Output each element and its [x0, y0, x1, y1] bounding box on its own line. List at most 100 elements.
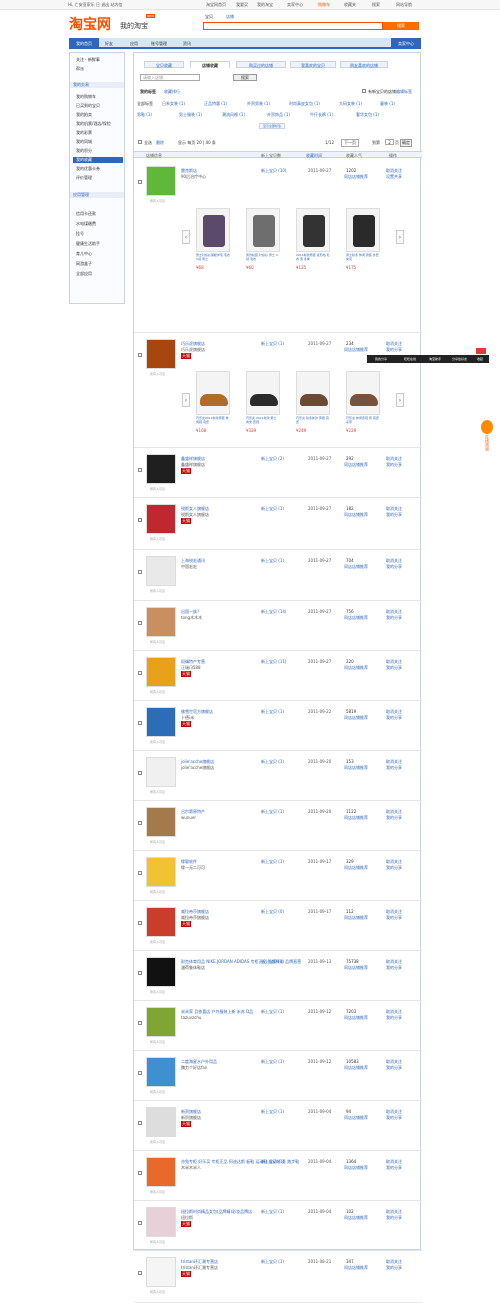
share-link[interactable]: 设置共享 [386, 174, 402, 180]
tag[interactable]: 外贸饰品 (1) [267, 112, 290, 118]
sidebar-item[interactable]: 我的优惠卡券 [76, 166, 100, 172]
row-checkbox[interactable] [138, 180, 142, 184]
sidebar-item[interactable]: 我的积分 [76, 148, 92, 154]
same-shop-link[interactable]: 同店店铺推荐 [344, 915, 368, 921]
new-items-link[interactable]: 新上宝贝 (1) [261, 859, 284, 865]
link-seller[interactable]: 卖家中心 [287, 2, 303, 8]
sidebar-item[interactable]: 我的购物车 [76, 94, 96, 100]
share-link[interactable]: 我的分享 [386, 1215, 402, 1221]
share-link[interactable]: 我的分享 [386, 1015, 402, 1021]
new-items-link[interactable]: 新上宝贝 (1) [261, 1059, 284, 1065]
share-link[interactable]: 我的分享 [386, 1165, 402, 1171]
share-link[interactable]: 我的分享 [386, 347, 402, 353]
tab-item-fav[interactable]: 宝贝收藏 [144, 61, 184, 68]
shop-avatar[interactable] [146, 454, 176, 484]
shop-owner[interactable]: 魏力个好店fan [181, 1065, 207, 1071]
same-shop-link[interactable]: 同店店铺推荐 [344, 1215, 368, 1221]
shop-avatar[interactable] [146, 1207, 176, 1237]
row-checkbox[interactable] [138, 871, 142, 875]
new-items-link[interactable]: 新上宝贝 (1) [261, 1209, 284, 1215]
new-only-checkbox[interactable] [362, 89, 366, 93]
per-page-control[interactable]: 显示 每页 20 | 40 条 [178, 140, 216, 146]
sidebar-item[interactable]: 我的彩票 [76, 130, 92, 136]
search-button[interactable]: 搜索 [383, 22, 419, 30]
col-new[interactable]: 新上宝贝数 [261, 153, 281, 159]
new-items-link[interactable]: 新上宝贝 (1) [261, 506, 284, 512]
product-desc[interactable]: 男士秋冬 休闲 男装 外套 夹克 [346, 253, 380, 265]
same-shop-link[interactable]: 同店店铺推荐 [344, 1265, 368, 1271]
shop-avatar[interactable] [146, 1257, 176, 1287]
row-checkbox[interactable] [138, 921, 142, 925]
share-link[interactable]: 我的分享 [386, 815, 402, 821]
same-shop-link[interactable]: 同店店铺推荐 [344, 174, 368, 180]
delete-link[interactable]: 删除 [156, 140, 164, 146]
nav-friends[interactable]: 好友 [105, 41, 113, 47]
float-item[interactable]: 淘宝助手 [429, 357, 441, 361]
product-card[interactable]: 巧乐虎 2011新款 男士 商务 皮鞋 ¥329 [246, 371, 280, 433]
shop-avatar[interactable] [146, 857, 176, 887]
shop-search-input[interactable]: 请输入店铺 [140, 74, 200, 81]
product-card[interactable]: 2011新款男装 菱形格 毛衣 男 冬季 ¥125 [296, 208, 330, 270]
tab-friend-shops[interactable]: 朋友喜欢的店铺 [340, 61, 388, 68]
new-items-link[interactable]: 新上宝贝 (1) [261, 558, 284, 564]
link-home[interactable]: 淘宝网首页 [206, 2, 226, 8]
share-link[interactable]: 我的分享 [386, 1115, 402, 1121]
taobao-logo[interactable]: 淘宝网 [69, 14, 111, 34]
product-desc[interactable]: 巧乐虎 休闲皮鞋 男 真皮 系带 [346, 416, 380, 428]
new-items-link[interactable]: 新上宝贝 (1) [261, 1159, 284, 1165]
nav-account[interactable]: 账号管理 [151, 41, 167, 47]
shop-owner[interactable]: tong木木木 [181, 615, 202, 621]
col-pop[interactable]: 收藏人气 [346, 153, 362, 159]
same-shop-link[interactable]: 同店店铺推荐 [344, 347, 368, 353]
shop-owner[interactable]: 中国宏宏 [181, 564, 197, 570]
link-sitenav[interactable]: 网站导航 [396, 2, 412, 8]
same-shop-link[interactable]: 同店店铺推荐 [344, 665, 368, 671]
new-items-link[interactable]: 新上宝贝 (1) [261, 959, 284, 965]
share-link[interactable]: 我的分享 [386, 1065, 402, 1071]
nav-seller-center[interactable]: 卖家中心 [391, 38, 421, 49]
sidebar-app-all[interactable]: 全部应用 [76, 271, 92, 277]
new-items-link[interactable]: 新上宝贝 (2) [261, 456, 284, 462]
shop-owner[interactable]: 潘荷鲁体鞋店 [181, 965, 205, 971]
sidebar-item-follow[interactable]: 关注 · 新鲜事 [76, 57, 100, 63]
product-image[interactable] [346, 208, 380, 252]
shop-avatar[interactable] [146, 607, 176, 637]
link-buy[interactable]: 我要买 [236, 2, 248, 8]
tag[interactable]: 日系女装 (1) [162, 101, 185, 107]
shop-avatar[interactable] [146, 1007, 176, 1037]
tab-shop-fav[interactable]: 店铺收藏 [190, 61, 230, 68]
goto-page-input[interactable]: 2 [385, 139, 394, 145]
share-link[interactable]: 我的分享 [386, 512, 402, 518]
link-search[interactable]: 搜索 [372, 2, 380, 8]
product-desc[interactable]: 巧乐虎 秋冬新款 男鞋 真皮 [296, 416, 330, 428]
same-shop-link[interactable]: 同店店铺推荐 [344, 715, 368, 721]
sidebar-item-group[interactable]: 帮派 [76, 66, 84, 72]
carousel-prev-button[interactable]: ‹ [182, 230, 190, 244]
online-help-widget[interactable]: 在线咨询 [480, 420, 494, 460]
product-card[interactable]: 男士针织衫保暖羊毛 毛衣 V领 男士 ¥68 [196, 208, 230, 270]
shop-avatar[interactable] [146, 707, 176, 737]
share-link[interactable]: 我的分享 [386, 715, 402, 721]
close-badge[interactable] [476, 348, 486, 354]
product-card[interactable]: 巧乐虎 秋冬新款 男鞋 真皮 ¥249 [296, 371, 330, 433]
product-card[interactable]: 男款秋装 针织衫 男士 V领 毛衣 ¥60 [246, 208, 280, 270]
product-desc[interactable]: 男款秋装 针织衫 男士 V领 毛衣 [246, 253, 280, 265]
float-close[interactable]: 收起 [477, 357, 483, 361]
same-shop-link[interactable]: 同店店铺推荐 [344, 615, 368, 621]
row-checkbox[interactable] [138, 1071, 142, 1075]
new-items-link[interactable]: 新上宝贝 (14) [261, 609, 286, 615]
share-link[interactable]: 我的分享 [386, 965, 402, 971]
tag[interactable]: 大码女装 (1) [339, 101, 362, 107]
tag[interactable]: 潮流风格 (1) [222, 112, 245, 118]
row-checkbox[interactable] [138, 570, 142, 574]
select-all-checkbox[interactable] [138, 140, 142, 144]
new-items-link[interactable]: 新上宝贝 (1) [261, 809, 284, 815]
new-items-link[interactable]: 新上宝贝 (1) [261, 341, 284, 347]
edit-tags-link[interactable]: 编辑标签 [396, 89, 412, 95]
sidebar-app[interactable]: 网游盒子 [76, 261, 92, 267]
shop-avatar[interactable] [146, 757, 176, 787]
share-link[interactable]: 我的分享 [386, 915, 402, 921]
col-time[interactable]: 收藏时间 [306, 153, 322, 159]
same-shop-link[interactable]: 同店店铺推荐 [344, 865, 368, 871]
same-shop-link[interactable]: 同店店铺推荐 [344, 512, 368, 518]
